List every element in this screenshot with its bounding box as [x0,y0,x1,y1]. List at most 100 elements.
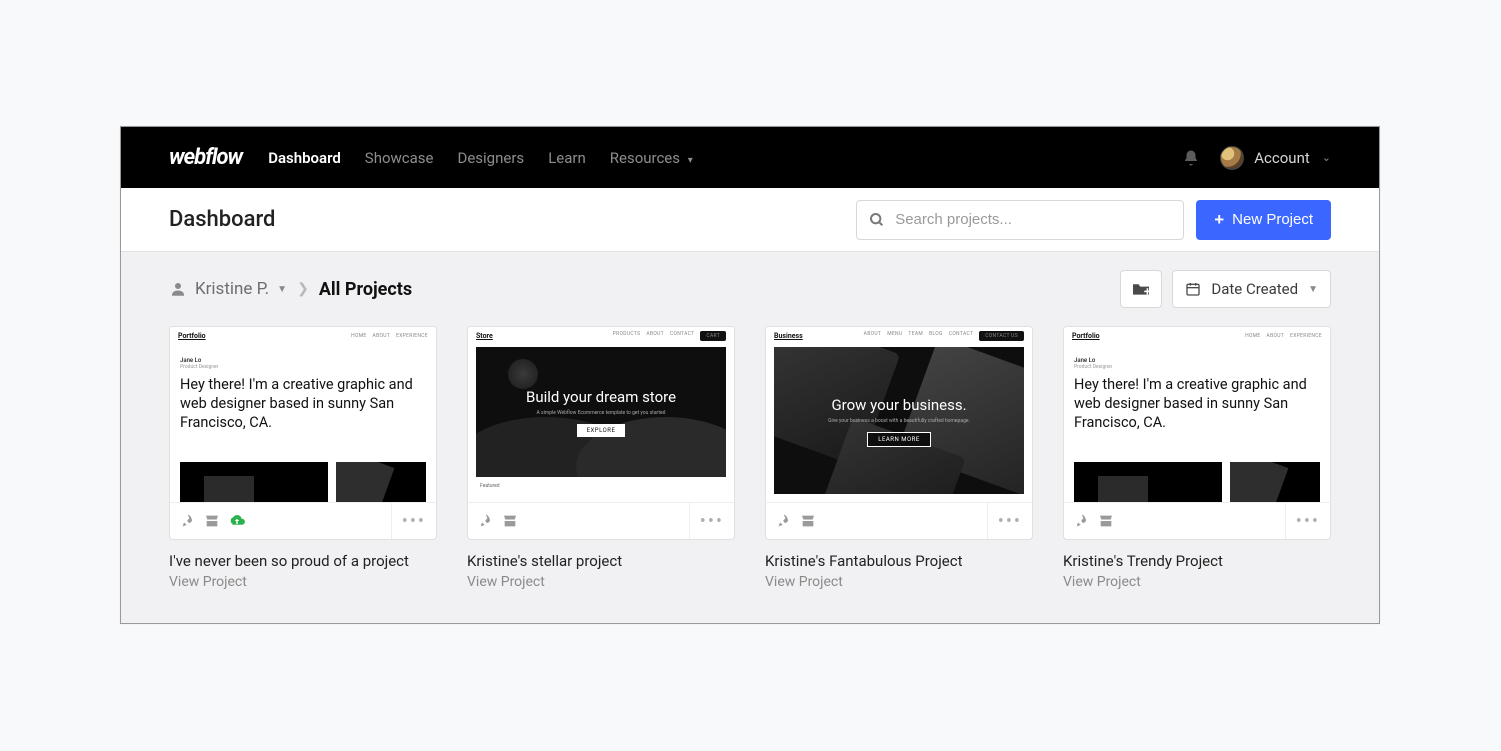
thumb-body: Jane LoProduct DesignerHey there! I'm a … [180,357,426,433]
thumb-header: Business ABOUTMENUTEAMBLOGCONTACTCONTACT … [766,327,1032,345]
account-menu[interactable]: Account ⌄ [1220,146,1331,170]
nav-resources[interactable]: Resources ▾ [610,149,693,167]
more-options-button[interactable]: ••• [391,503,426,539]
thumb-menu: PRODUCTSABOUTCONTACTCART [613,331,726,341]
notifications-icon[interactable] [1180,147,1202,169]
caret-down-icon: ▼ [277,284,287,295]
card-footer: ••• [1064,503,1330,539]
project-title: Kristine's Trendy Project [1063,552,1331,570]
rocket-icon [776,513,792,529]
nav-showcase[interactable]: Showcase [365,149,434,167]
project-title: I've never been so proud of a project [169,552,437,570]
search-box[interactable] [856,200,1184,240]
breadcrumb-current: All Projects [319,279,412,300]
project-thumbnail[interactable]: Business ABOUTMENUTEAMBLOGCONTACTCONTACT … [766,327,1032,503]
person-icon [169,280,187,298]
folder-plus-icon [1131,281,1151,297]
thumb-images [180,462,426,502]
card-status-icons [180,513,246,529]
project-card-body[interactable]: Portfolio HOMEABOUTEXPERIENCE Jane LoProdu… [169,326,437,540]
project-title: Kristine's Fantabulous Project [765,552,1033,570]
project-title: Kristine's stellar project [467,552,735,570]
thumb-header: Portfolio HOMEABOUTEXPERIENCE [170,327,436,345]
chevron-right-icon: ❯ [297,281,309,297]
thumb-template-name: Portfolio [178,332,206,340]
view-project-link[interactable]: View Project [765,574,1033,590]
avatar [1220,146,1244,170]
sub-header: Dashboard + New Project [121,188,1379,252]
thumb-hero: Grow your business. Give your business a… [774,347,1024,495]
plus-icon: + [1214,210,1224,230]
sort-button[interactable]: Date Created ▼ [1172,270,1331,308]
project-card: Store PRODUCTSABOUTCONTACTCART Build your… [467,326,735,590]
card-status-icons [776,513,816,529]
nav-dashboard[interactable]: Dashboard [268,149,341,167]
store-icon [1098,513,1114,529]
thumb-menu: HOMEABOUTEXPERIENCE [1245,333,1322,339]
breadcrumb-row: Kristine P. ▼ ❯ All Projects Date Create… [169,270,1331,308]
workspace-selector[interactable]: Kristine P. ▼ [169,279,287,299]
rocket-icon [1074,513,1090,529]
project-card-body[interactable]: Portfolio HOMEABOUTEXPERIENCE Jane LoProdu… [1063,326,1331,540]
card-footer: ••• [468,503,734,539]
more-options-button[interactable]: ••• [987,503,1022,539]
project-thumbnail[interactable]: Store PRODUCTSABOUTCONTACTCART Build your… [468,327,734,503]
top-nav: webflow Dashboard Showcase Designers Lea… [121,127,1379,188]
chevron-down-icon: ▾ [688,155,693,166]
card-status-icons [1074,513,1114,529]
cloud-upload-icon [228,513,246,529]
project-card-body[interactable]: Store PRODUCTSABOUTCONTACTCART Build your… [467,326,735,540]
app-window: webflow Dashboard Showcase Designers Lea… [120,126,1380,624]
thumb-strip: Featured [476,480,726,502]
view-project-link[interactable]: View Project [467,574,735,590]
search-input[interactable] [895,211,1171,228]
rocket-icon [180,513,196,529]
card-footer: ••• [170,503,436,539]
content-area: Kristine P. ▼ ❯ All Projects Date Create… [121,252,1379,623]
thumb-template-name: Store [476,332,493,340]
new-folder-button[interactable] [1120,270,1162,308]
thumb-hero: Build your dream store A simple Webflow … [476,347,726,477]
thumb-template-name: Business [774,332,803,340]
thumb-template-name: Portfolio [1072,332,1100,340]
workspace-user-name: Kristine P. [195,279,269,299]
store-icon [204,513,220,529]
project-card: Portfolio HOMEABOUTEXPERIENCE Jane LoProdu… [1063,326,1331,590]
search-icon [869,212,885,228]
view-project-link[interactable]: View Project [1063,574,1331,590]
new-project-label: New Project [1232,211,1313,228]
project-thumbnail[interactable]: Portfolio HOMEABOUTEXPERIENCE Jane LoProdu… [170,327,436,503]
more-options-button[interactable]: ••• [1285,503,1320,539]
calendar-icon [1185,281,1201,297]
nav-learn[interactable]: Learn [548,149,586,167]
chevron-down-icon: ⌄ [1322,151,1331,164]
project-card: Portfolio HOMEABOUTEXPERIENCE Jane LoProdu… [169,326,437,590]
more-options-button[interactable]: ••• [689,503,724,539]
thumb-strip [774,494,1024,502]
page-title: Dashboard [169,207,275,232]
view-project-link[interactable]: View Project [169,574,437,590]
card-status-icons [478,513,518,529]
project-card: Business ABOUTMENUTEAMBLOGCONTACTCONTACT … [765,326,1033,590]
projects-grid: Portfolio HOMEABOUTEXPERIENCE Jane LoProdu… [169,326,1331,590]
new-project-button[interactable]: + New Project [1196,200,1331,240]
account-label: Account [1254,149,1310,167]
nav-resources-label: Resources [610,149,680,167]
nav-links: Dashboard Showcase Designers Learn Resou… [268,149,693,167]
project-card-body[interactable]: Business ABOUTMENUTEAMBLOGCONTACTCONTACT … [765,326,1033,540]
card-footer: ••• [766,503,1032,539]
nav-designers[interactable]: Designers [458,149,525,167]
store-icon [800,513,816,529]
rocket-icon [478,513,494,529]
brand-logo[interactable]: webflow [169,145,242,170]
thumb-header: Store PRODUCTSABOUTCONTACTCART [468,327,734,345]
thumb-menu: HOMEABOUTEXPERIENCE [351,333,428,339]
store-icon [502,513,518,529]
thumb-header: Portfolio HOMEABOUTEXPERIENCE [1064,327,1330,345]
project-thumbnail[interactable]: Portfolio HOMEABOUTEXPERIENCE Jane LoProdu… [1064,327,1330,503]
thumb-body: Jane LoProduct DesignerHey there! I'm a … [1074,357,1320,433]
thumb-menu: ABOUTMENUTEAMBLOGCONTACTCONTACT US [864,331,1024,341]
thumb-images [1074,462,1320,502]
caret-down-icon: ▼ [1308,284,1318,295]
sort-label: Date Created [1211,280,1298,298]
